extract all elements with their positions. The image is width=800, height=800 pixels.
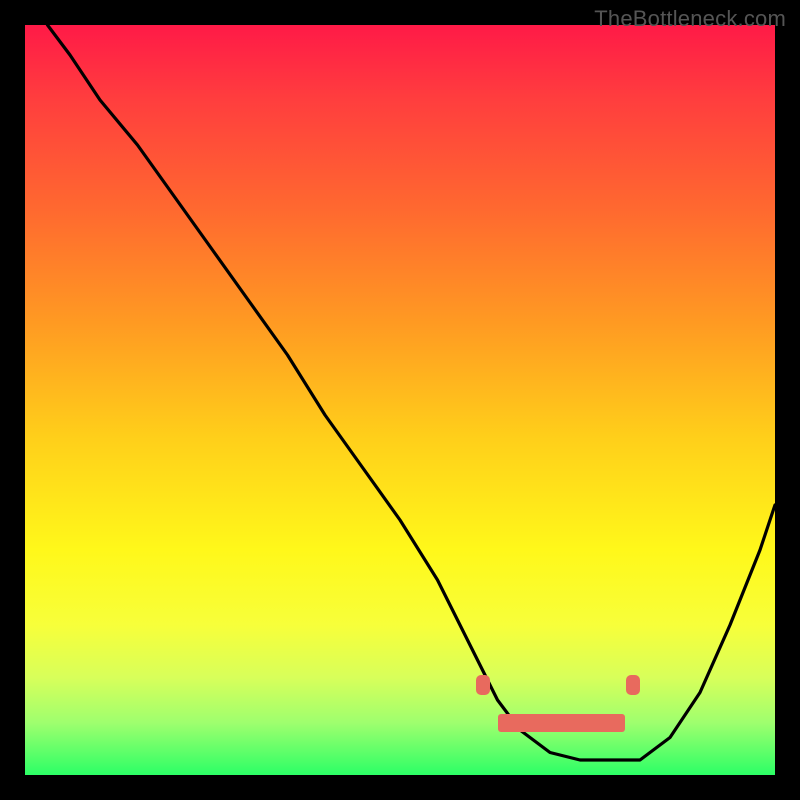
optimal-marker-right bbox=[626, 675, 640, 695]
plot-area bbox=[25, 25, 775, 775]
optimal-marker-left bbox=[476, 675, 490, 695]
chart-frame bbox=[25, 25, 775, 775]
bottleneck-curve bbox=[25, 25, 775, 775]
optimal-band bbox=[498, 714, 626, 732]
watermark-text: TheBottleneck.com bbox=[594, 6, 786, 32]
